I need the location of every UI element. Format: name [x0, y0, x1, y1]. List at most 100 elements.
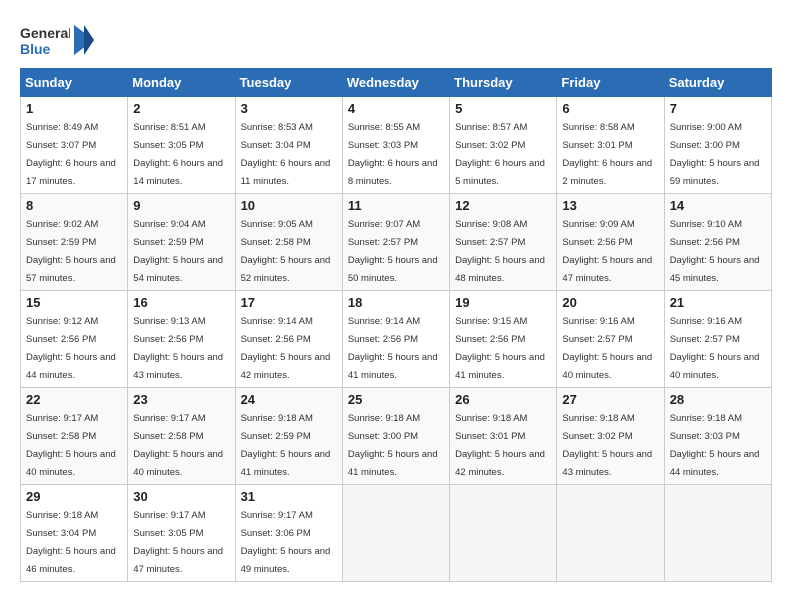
- calendar-cell: 10 Sunrise: 9:05 AMSunset: 2:58 PMDayligh…: [235, 194, 342, 291]
- day-number: 22: [26, 392, 122, 407]
- day-detail: Sunrise: 9:17 AMSunset: 3:05 PMDaylight:…: [133, 510, 223, 575]
- calendar-cell: 23 Sunrise: 9:17 AMSunset: 2:58 PMDayligh…: [128, 388, 235, 485]
- calendar-cell: 28 Sunrise: 9:18 AMSunset: 3:03 PMDayligh…: [664, 388, 771, 485]
- week-row-5: 29 Sunrise: 9:18 AMSunset: 3:04 PMDayligh…: [21, 485, 772, 582]
- col-header-sunday: Sunday: [21, 69, 128, 97]
- day-detail: Sunrise: 9:02 AMSunset: 2:59 PMDaylight:…: [26, 219, 116, 284]
- day-number: 15: [26, 295, 122, 310]
- day-number: 9: [133, 198, 229, 213]
- day-number: 13: [562, 198, 658, 213]
- calendar-cell: 11 Sunrise: 9:07 AMSunset: 2:57 PMDayligh…: [342, 194, 449, 291]
- day-number: 25: [348, 392, 444, 407]
- day-detail: Sunrise: 9:05 AMSunset: 2:58 PMDaylight:…: [241, 219, 331, 284]
- day-number: 23: [133, 392, 229, 407]
- day-number: 11: [348, 198, 444, 213]
- calendar-cell: 18 Sunrise: 9:14 AMSunset: 2:56 PMDayligh…: [342, 291, 449, 388]
- col-header-wednesday: Wednesday: [342, 69, 449, 97]
- day-detail: Sunrise: 9:16 AMSunset: 2:57 PMDaylight:…: [562, 316, 652, 381]
- calendar-cell: 5 Sunrise: 8:57 AMSunset: 3:02 PMDaylight…: [450, 97, 557, 194]
- calendar-cell: 7Sunrise: 9:00 AMSunset: 3:00 PMDaylight…: [664, 97, 771, 194]
- day-detail: Sunrise: 9:14 AMSunset: 2:56 PMDaylight:…: [348, 316, 438, 381]
- day-detail: Sunrise: 9:18 AMSunset: 3:02 PMDaylight:…: [562, 413, 652, 478]
- day-number: 29: [26, 489, 122, 504]
- svg-text:General: General: [20, 25, 70, 41]
- day-detail: Sunrise: 9:18 AMSunset: 3:03 PMDaylight:…: [670, 413, 760, 478]
- week-row-3: 15 Sunrise: 9:12 AMSunset: 2:56 PMDayligh…: [21, 291, 772, 388]
- day-detail: Sunrise: 9:18 AMSunset: 2:59 PMDaylight:…: [241, 413, 331, 478]
- day-detail: Sunrise: 9:13 AMSunset: 2:56 PMDaylight:…: [133, 316, 223, 381]
- calendar-cell: 16 Sunrise: 9:13 AMSunset: 2:56 PMDayligh…: [128, 291, 235, 388]
- calendar-cell: [664, 485, 771, 582]
- calendar-cell: 31Sunrise: 9:17 AMSunset: 3:06 PMDayligh…: [235, 485, 342, 582]
- calendar-cell: 15 Sunrise: 9:12 AMSunset: 2:56 PMDayligh…: [21, 291, 128, 388]
- header: General Blue: [20, 20, 772, 60]
- calendar-cell: 20 Sunrise: 9:16 AMSunset: 2:57 PMDayligh…: [557, 291, 664, 388]
- week-row-4: 22 Sunrise: 9:17 AMSunset: 2:58 PMDayligh…: [21, 388, 772, 485]
- calendar-cell: 6 Sunrise: 8:58 AMSunset: 3:01 PMDaylight…: [557, 97, 664, 194]
- day-detail: Sunrise: 9:17 AMSunset: 2:58 PMDaylight:…: [133, 413, 223, 478]
- day-detail: Sunrise: 8:53 AMSunset: 3:04 PMDaylight:…: [241, 122, 331, 187]
- day-detail: Sunrise: 8:57 AMSunset: 3:02 PMDaylight:…: [455, 122, 545, 187]
- calendar-cell: [450, 485, 557, 582]
- day-number: 2: [133, 101, 229, 116]
- day-number: 10: [241, 198, 337, 213]
- day-number: 19: [455, 295, 551, 310]
- day-detail: Sunrise: 9:04 AMSunset: 2:59 PMDaylight:…: [133, 219, 223, 284]
- calendar-cell: 1 Sunrise: 8:49 AMSunset: 3:07 PMDaylight…: [21, 97, 128, 194]
- calendar-cell: 21 Sunrise: 9:16 AMSunset: 2:57 PMDayligh…: [664, 291, 771, 388]
- day-detail: Sunrise: 8:49 AMSunset: 3:07 PMDaylight:…: [26, 122, 116, 187]
- calendar-cell: 14 Sunrise: 9:10 AMSunset: 2:56 PMDayligh…: [664, 194, 771, 291]
- day-number: 31: [241, 489, 337, 504]
- day-number: 21: [670, 295, 766, 310]
- day-detail: Sunrise: 9:10 AMSunset: 2:56 PMDaylight:…: [670, 219, 760, 284]
- calendar-cell: 4Sunrise: 8:55 AMSunset: 3:03 PMDaylight…: [342, 97, 449, 194]
- calendar-cell: [342, 485, 449, 582]
- calendar-cell: 22 Sunrise: 9:17 AMSunset: 2:58 PMDayligh…: [21, 388, 128, 485]
- day-number: 30: [133, 489, 229, 504]
- calendar-cell: 30 Sunrise: 9:17 AMSunset: 3:05 PMDayligh…: [128, 485, 235, 582]
- day-detail: Sunrise: 9:17 AMSunset: 2:58 PMDaylight:…: [26, 413, 116, 478]
- day-detail: Sunrise: 9:18 AMSunset: 3:01 PMDaylight:…: [455, 413, 545, 478]
- day-number: 7: [670, 101, 766, 116]
- col-header-tuesday: Tuesday: [235, 69, 342, 97]
- day-number: 14: [670, 198, 766, 213]
- calendar-cell: 3 Sunrise: 8:53 AMSunset: 3:04 PMDaylight…: [235, 97, 342, 194]
- calendar-cell: 9 Sunrise: 9:04 AMSunset: 2:59 PMDaylight…: [128, 194, 235, 291]
- day-detail: Sunrise: 9:14 AMSunset: 2:56 PMDaylight:…: [241, 316, 331, 381]
- week-row-2: 8 Sunrise: 9:02 AMSunset: 2:59 PMDaylight…: [21, 194, 772, 291]
- col-header-thursday: Thursday: [450, 69, 557, 97]
- day-number: 3: [241, 101, 337, 116]
- logo-arrow: [74, 25, 94, 55]
- day-number: 5: [455, 101, 551, 116]
- day-number: 8: [26, 198, 122, 213]
- calendar-cell: 8 Sunrise: 9:02 AMSunset: 2:59 PMDaylight…: [21, 194, 128, 291]
- day-number: 16: [133, 295, 229, 310]
- logo-svg: General Blue: [20, 20, 70, 60]
- day-number: 18: [348, 295, 444, 310]
- svg-text:Blue: Blue: [20, 41, 51, 57]
- header-row: SundayMondayTuesdayWednesdayThursdayFrid…: [21, 69, 772, 97]
- logo: General Blue: [20, 20, 94, 60]
- calendar-cell: 17Sunrise: 9:14 AMSunset: 2:56 PMDayligh…: [235, 291, 342, 388]
- calendar-cell: 19Sunrise: 9:15 AMSunset: 2:56 PMDayligh…: [450, 291, 557, 388]
- day-detail: Sunrise: 9:08 AMSunset: 2:57 PMDaylight:…: [455, 219, 545, 284]
- day-detail: Sunrise: 9:12 AMSunset: 2:56 PMDaylight:…: [26, 316, 116, 381]
- col-header-saturday: Saturday: [664, 69, 771, 97]
- day-number: 28: [670, 392, 766, 407]
- day-detail: Sunrise: 8:58 AMSunset: 3:01 PMDaylight:…: [562, 122, 652, 187]
- day-detail: Sunrise: 9:07 AMSunset: 2:57 PMDaylight:…: [348, 219, 438, 284]
- day-detail: Sunrise: 9:18 AMSunset: 3:00 PMDaylight:…: [348, 413, 438, 478]
- day-number: 20: [562, 295, 658, 310]
- calendar-cell: 13Sunrise: 9:09 AMSunset: 2:56 PMDayligh…: [557, 194, 664, 291]
- day-detail: Sunrise: 9:16 AMSunset: 2:57 PMDaylight:…: [670, 316, 760, 381]
- day-number: 26: [455, 392, 551, 407]
- calendar-cell: [557, 485, 664, 582]
- calendar-cell: 27 Sunrise: 9:18 AMSunset: 3:02 PMDayligh…: [557, 388, 664, 485]
- day-number: 6: [562, 101, 658, 116]
- day-number: 27: [562, 392, 658, 407]
- col-header-monday: Monday: [128, 69, 235, 97]
- week-row-1: 1 Sunrise: 8:49 AMSunset: 3:07 PMDaylight…: [21, 97, 772, 194]
- day-number: 1: [26, 101, 122, 116]
- day-number: 4: [348, 101, 444, 116]
- day-detail: Sunrise: 9:18 AMSunset: 3:04 PMDaylight:…: [26, 510, 116, 575]
